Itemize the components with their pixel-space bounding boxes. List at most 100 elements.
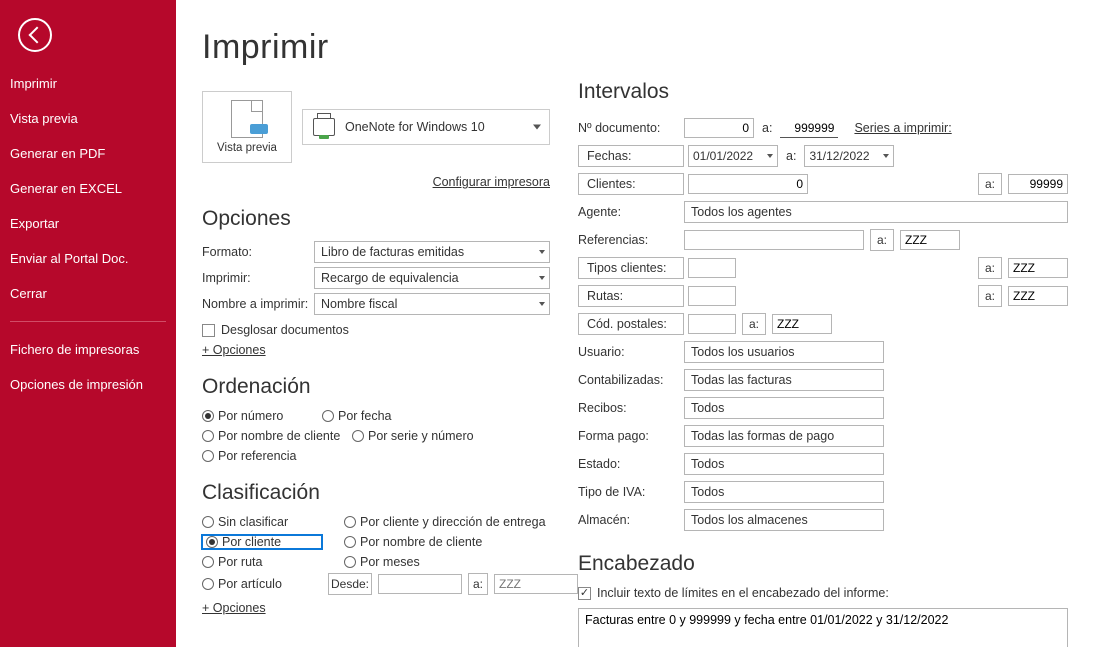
ord-por-nombre-cliente[interactable]: Por nombre de cliente xyxy=(202,429,352,443)
vista-previa-label: Vista previa xyxy=(217,142,277,154)
recibos-select[interactable]: Todos xyxy=(684,397,884,419)
cont-label: Contabilizadas: xyxy=(578,373,684,387)
num-doc-from[interactable] xyxy=(684,118,754,138)
sidebar-exportar[interactable]: Exportar xyxy=(0,206,176,241)
clasificacion-heading: Clasificación xyxy=(202,481,550,505)
clientes-from[interactable] xyxy=(688,174,808,194)
ord-por-fecha[interactable]: Por fecha xyxy=(322,409,442,423)
cls-por-cliente-direccion[interactable]: Por cliente y dirección de entrega xyxy=(344,515,554,529)
document-preview-icon xyxy=(231,100,263,138)
printer-name: OneNote for Windows 10 xyxy=(345,120,485,134)
almacen-label: Almacén: xyxy=(578,513,684,527)
main-area: Imprimir Vista previa OneNote for Window… xyxy=(176,0,1094,647)
chevron-down-icon xyxy=(533,125,541,130)
num-doc-label: Nº documento: xyxy=(578,121,684,135)
ordenacion-heading: Ordenación xyxy=(202,375,550,399)
back-arrow-icon xyxy=(29,27,46,44)
configurar-impresora-link[interactable]: Configurar impresora xyxy=(433,175,550,189)
encabezado-text[interactable] xyxy=(578,608,1068,647)
agente-select[interactable]: Todos los agentes xyxy=(684,201,1068,223)
ordenacion-group: Por número Por fecha Por nombre de clien… xyxy=(202,409,550,463)
intervalos-heading: Intervalos xyxy=(578,80,1068,104)
fecha-to[interactable]: 31/12/2022 xyxy=(804,145,894,167)
fecha-from[interactable]: 01/01/2022 xyxy=(688,145,778,167)
codp-button[interactable]: Cód. postales: xyxy=(578,313,684,335)
nombre-imprimir-label: Nombre a imprimir: xyxy=(202,297,314,311)
printer-icon xyxy=(313,118,335,136)
forma-select[interactable]: Todas las formas de pago xyxy=(684,425,884,447)
cls-por-articulo[interactable]: Por artículo xyxy=(202,577,322,591)
incluir-limites-label: Incluir texto de límites en el encabezad… xyxy=(597,586,889,600)
sidebar-separator xyxy=(10,321,166,322)
ord-por-referencia[interactable]: Por referencia xyxy=(202,449,322,463)
hasta-input[interactable] xyxy=(494,574,578,594)
desde-label-box: Desde: xyxy=(328,573,372,595)
recibos-label: Recibos: xyxy=(578,401,684,415)
ord-por-serie-numero[interactable]: Por serie y número xyxy=(352,429,474,443)
imprimir-select[interactable]: Recargo de equivalencia xyxy=(314,267,550,289)
ref-from[interactable] xyxy=(684,230,864,250)
formato-label: Formato: xyxy=(202,245,314,259)
formato-select[interactable]: Libro de facturas emitidas xyxy=(314,241,550,263)
incluir-limites-checkbox[interactable] xyxy=(578,587,591,600)
nombre-select[interactable]: Nombre fiscal xyxy=(314,293,550,315)
sidebar-imprimir[interactable]: Imprimir xyxy=(0,66,176,101)
tipos-clientes-button[interactable]: Tipos clientes: xyxy=(578,257,684,279)
rutas-to[interactable] xyxy=(1008,286,1068,306)
cont-select[interactable]: Todas las facturas xyxy=(684,369,884,391)
series-imprimir-link[interactable]: Series a imprimir: xyxy=(854,121,951,135)
fechas-button[interactable]: Fechas: xyxy=(578,145,684,167)
cls-por-nombre-cliente[interactable]: Por nombre de cliente xyxy=(344,535,554,549)
agente-label: Agente: xyxy=(578,205,684,219)
sidebar-generar-excel[interactable]: Generar en EXCEL xyxy=(0,171,176,206)
rutas-from[interactable] xyxy=(688,286,736,306)
vista-previa-button[interactable]: Vista previa xyxy=(202,91,292,163)
codp-from[interactable] xyxy=(688,314,736,334)
mas-opciones-2[interactable]: + Opciones xyxy=(202,601,266,615)
back-button[interactable] xyxy=(18,18,52,52)
printer-selector[interactable]: OneNote for Windows 10 xyxy=(302,109,550,145)
clasificacion-group: Sin clasificar Por cliente Por ruta Por … xyxy=(202,515,550,595)
opciones-heading: Opciones xyxy=(202,207,550,231)
chevron-down-icon xyxy=(883,154,889,158)
app-root: Imprimir Vista previa Generar en PDF Gen… xyxy=(0,0,1094,647)
sidebar-vista-previa[interactable]: Vista previa xyxy=(0,101,176,136)
sidebar-fichero-impresoras[interactable]: Fichero de impresoras xyxy=(0,332,176,367)
rutas-button[interactable]: Rutas: xyxy=(578,285,684,307)
tipos-to[interactable] xyxy=(1008,258,1068,278)
desglosar-label: Desglosar documentos xyxy=(221,323,349,337)
desde-input[interactable] xyxy=(378,574,462,594)
codp-to[interactable] xyxy=(772,314,832,334)
sidebar-cerrar[interactable]: Cerrar xyxy=(0,276,176,311)
sidebar-generar-pdf[interactable]: Generar en PDF xyxy=(0,136,176,171)
cls-por-ruta[interactable]: Por ruta xyxy=(202,555,322,569)
iva-label: Tipo de IVA: xyxy=(578,485,684,499)
chevron-down-icon xyxy=(539,276,545,280)
mas-opciones-1[interactable]: + Opciones xyxy=(202,343,266,357)
chevron-down-icon xyxy=(539,302,545,306)
preview-row: Vista previa OneNote for Windows 10 xyxy=(202,91,550,163)
forma-label: Forma pago: xyxy=(578,429,684,443)
almacen-select[interactable]: Todos los almacenes xyxy=(684,509,884,531)
ord-por-numero[interactable]: Por número xyxy=(202,409,322,423)
usuario-select[interactable]: Todos los usuarios xyxy=(684,341,884,363)
desglosar-checkbox[interactable] xyxy=(202,324,215,337)
right-column: Intervalos Nº documento: a: Series a imp… xyxy=(578,28,1068,637)
encabezado-heading: Encabezado xyxy=(578,552,1068,576)
cls-sin-clasificar[interactable]: Sin clasificar xyxy=(202,515,322,529)
cls-por-cliente[interactable]: Por cliente xyxy=(202,535,322,549)
cls-por-meses[interactable]: Por meses xyxy=(344,555,554,569)
left-column: Imprimir Vista previa OneNote for Window… xyxy=(202,28,550,637)
ref-to[interactable] xyxy=(900,230,960,250)
iva-select[interactable]: Todos xyxy=(684,481,884,503)
num-doc-to[interactable] xyxy=(780,118,838,138)
sidebar-opciones-impresion[interactable]: Opciones de impresión xyxy=(0,367,176,402)
clientes-to[interactable] xyxy=(1008,174,1068,194)
a-label-box: a: xyxy=(468,573,488,595)
clientes-button[interactable]: Clientes: xyxy=(578,173,684,195)
estado-select[interactable]: Todos xyxy=(684,453,884,475)
imprimir-label: Imprimir: xyxy=(202,271,314,285)
sidebar-enviar-portal[interactable]: Enviar al Portal Doc. xyxy=(0,241,176,276)
backstage-sidebar: Imprimir Vista previa Generar en PDF Gen… xyxy=(0,0,176,647)
tipos-from[interactable] xyxy=(688,258,736,278)
